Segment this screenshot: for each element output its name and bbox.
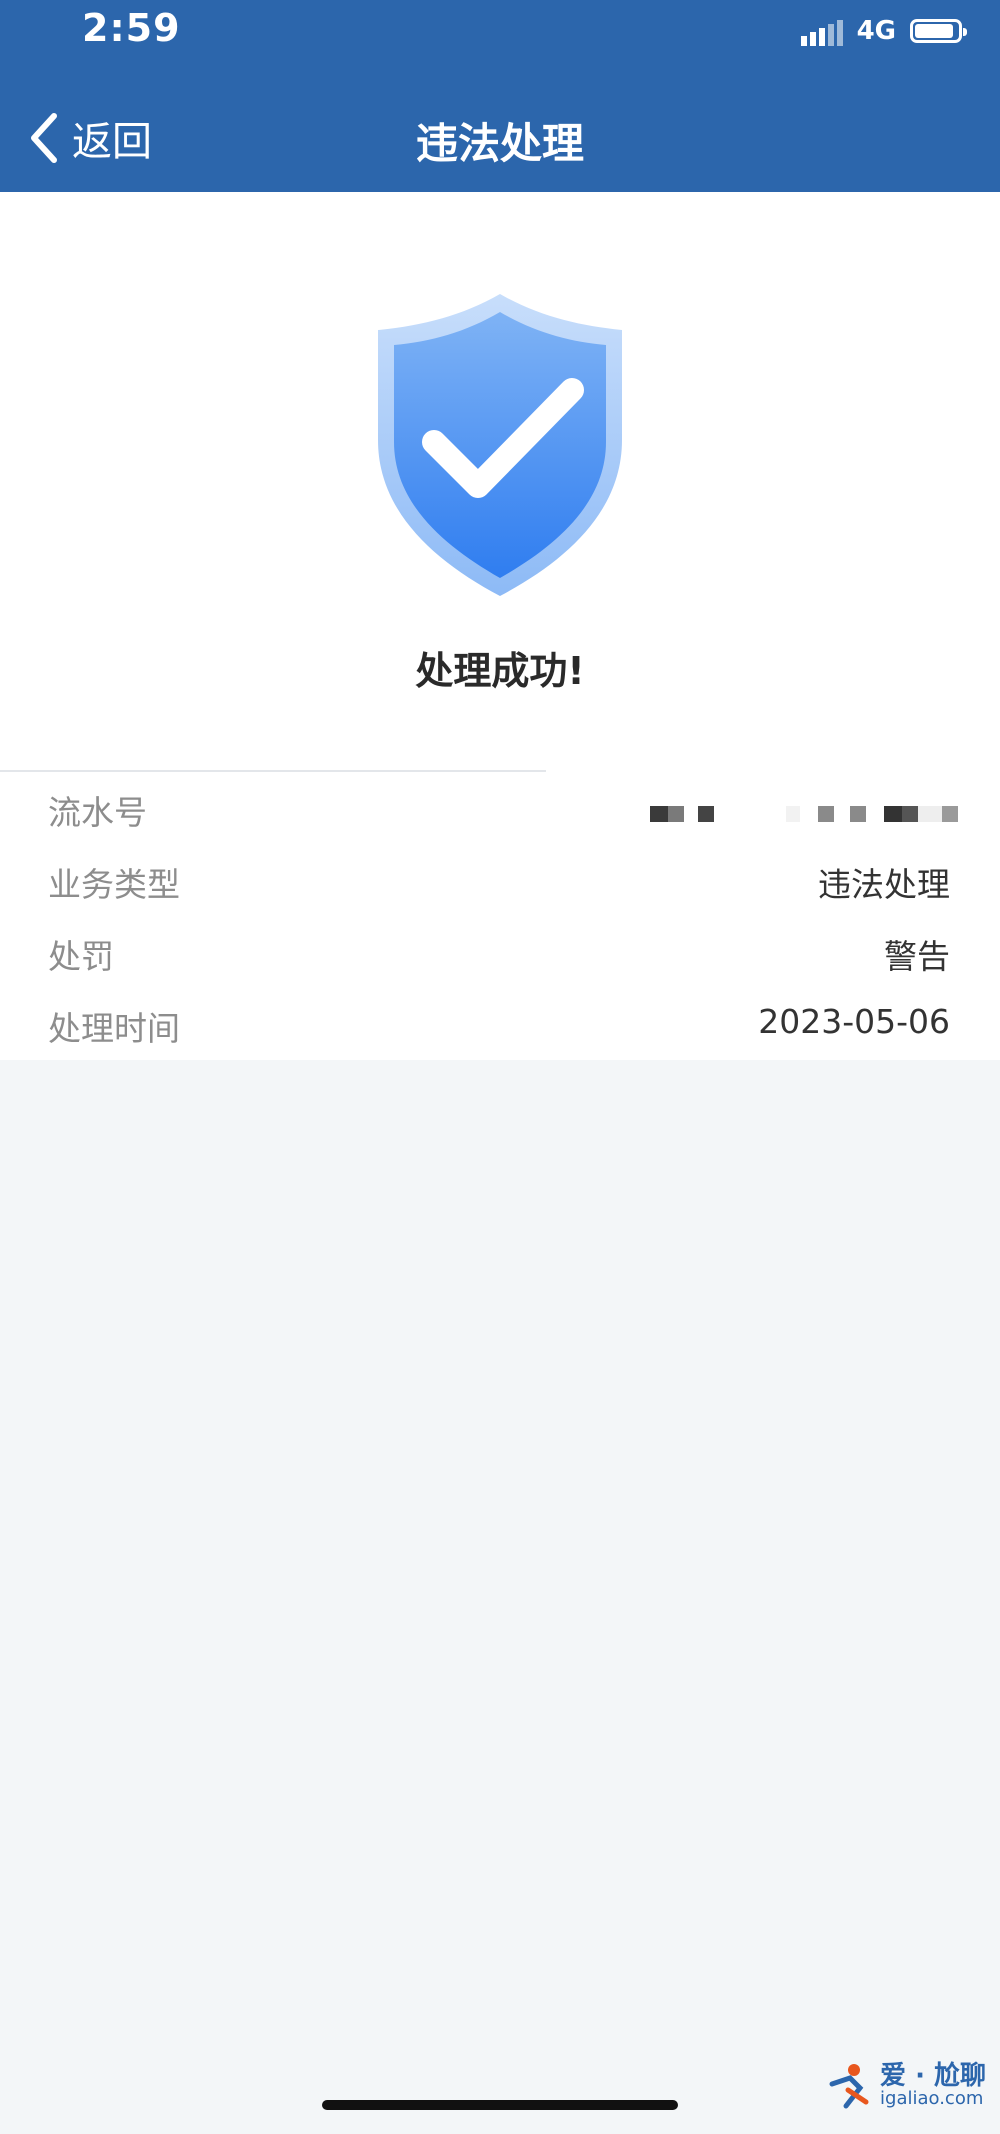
detail-row-serial: 流水号 xyxy=(0,772,1000,844)
status-time: 2:59 xyxy=(82,6,181,50)
details-list: 流水号 业务类型 违法处理 处罚 警告 处理时间 2023-05-06 xyxy=(0,772,1000,1060)
watermark: 爱 · 尬聊 igaliao.com xyxy=(826,2062,986,2110)
runner-logo-icon xyxy=(829,2064,869,2109)
serial-number-masked xyxy=(650,806,958,822)
detail-row-penalty: 处罚 警告 xyxy=(0,916,1000,988)
home-indicator[interactable] xyxy=(322,2100,678,2110)
detail-label: 业务类型 xyxy=(48,865,180,904)
shield-check-icon xyxy=(378,294,622,596)
result-card: 处理成功! xyxy=(0,192,1000,772)
detail-label: 处罚 xyxy=(48,937,114,976)
page-title: 违法处理 xyxy=(415,119,584,168)
result-message: 处理成功! xyxy=(415,649,585,693)
watermark-title: 爱 · 尬聊 xyxy=(880,2060,986,2091)
detail-value: 2023-05-06 xyxy=(758,1002,950,1041)
detail-row-process-time: 处理时间 2023-05-06 xyxy=(0,988,1000,1060)
watermark-url: igaliao.com xyxy=(880,2088,984,2110)
detail-label: 流水号 xyxy=(48,793,147,832)
detail-value: 警告 xyxy=(884,937,950,976)
signal-icon xyxy=(800,16,843,46)
detail-label: 处理时间 xyxy=(48,1009,180,1048)
battery-level xyxy=(915,24,953,38)
battery-icon xyxy=(910,19,967,43)
network-type: 4G xyxy=(856,16,896,46)
detail-row-business-type: 业务类型 违法处理 xyxy=(0,844,1000,916)
detail-value: 违法处理 xyxy=(818,865,950,904)
app-header: 2:59 4G 返回 违法处理 xyxy=(0,0,1000,192)
status-indicators: 4G xyxy=(800,14,967,48)
